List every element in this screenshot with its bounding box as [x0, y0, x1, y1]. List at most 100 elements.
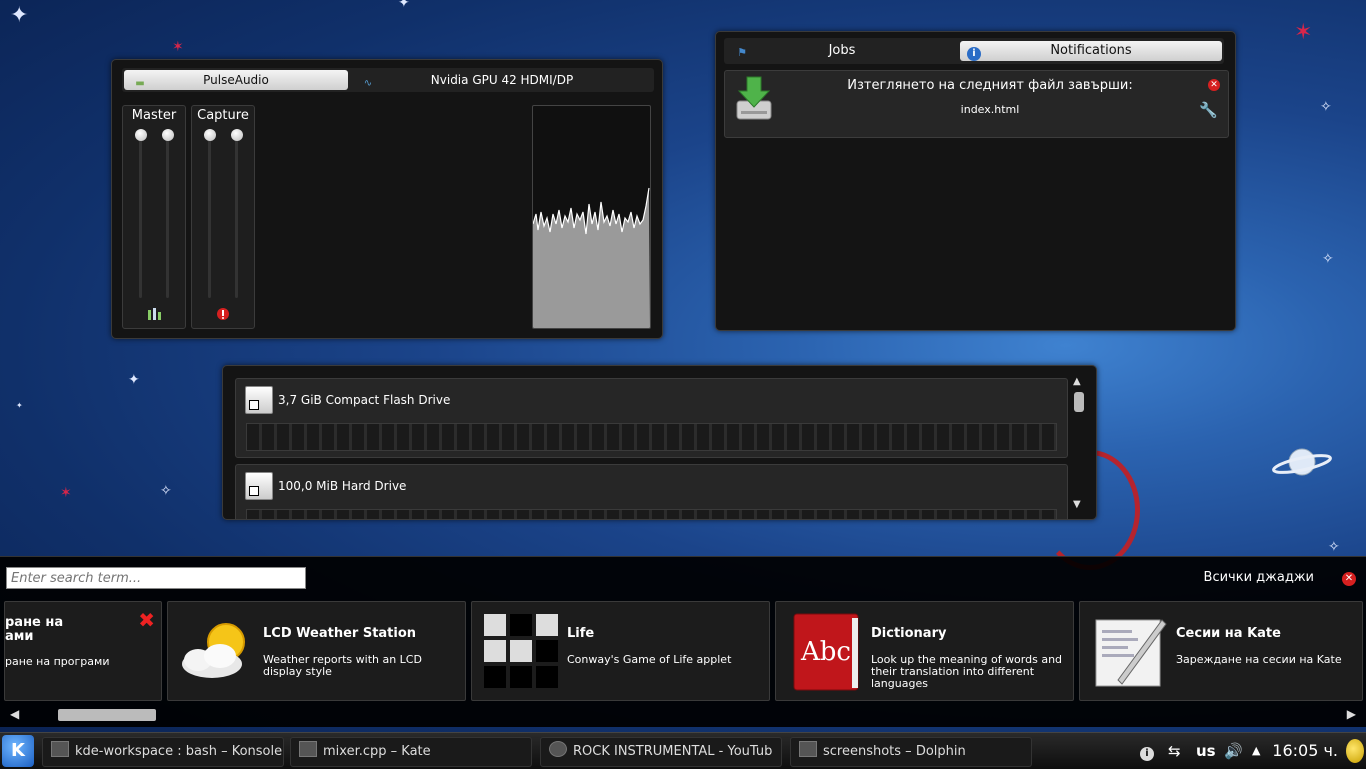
widget-name: Dictionary	[871, 626, 947, 641]
slider-knob[interactable]	[231, 129, 243, 141]
scrollbar-handle[interactable]	[58, 709, 156, 721]
info-icon: i	[966, 43, 982, 61]
widget-search-input[interactable]	[6, 567, 306, 589]
volume-slider-right[interactable]	[235, 138, 238, 298]
widget-category-filter[interactable]: Всички джаджи	[1204, 570, 1314, 585]
hard-drive-icon	[245, 472, 273, 500]
star-decoration: ✶	[60, 485, 72, 501]
device-list-scrollbar[interactable]: ▲ ▼	[1072, 376, 1086, 510]
star-decoration: ✶	[172, 39, 184, 55]
slider-knob[interactable]	[135, 129, 147, 141]
tab-notifications[interactable]: i Notifications	[960, 41, 1222, 61]
tab-label: Jobs	[828, 43, 856, 58]
widget-card[interactable]: Life Conway's Game of Life applet	[471, 601, 770, 701]
info-icon[interactable]: i	[1140, 737, 1154, 765]
widget-card[interactable]: ране на ами ране на програми ✖	[4, 601, 162, 701]
widget-name: Сесии на Kate	[1176, 626, 1281, 641]
tab-pulseaudio[interactable]: ▬ PulseAudio	[124, 70, 348, 90]
widget-list-scrollbar[interactable]: ◀ ▶	[0, 705, 1366, 725]
configure-wrench-icon[interactable]: 🔧	[1199, 101, 1218, 119]
volume-slider-left[interactable]	[208, 138, 211, 298]
widget-description: Weather reports with an LCD display styl…	[263, 653, 422, 678]
widget-explorer: Всички джаджи ✕ ране на ами ране на прог…	[0, 556, 1366, 727]
channel-strip-capture: Capture	[191, 105, 255, 329]
widget-description: Look up the meaning of words and their t…	[871, 653, 1063, 690]
scroll-up-arrow-icon[interactable]: ▲	[1073, 376, 1081, 387]
equalizer-icon[interactable]	[146, 306, 162, 322]
slider-knob[interactable]	[162, 129, 174, 141]
kde-menu-icon[interactable]: K	[2, 735, 34, 767]
star-decoration: ✧	[1328, 539, 1340, 555]
clock[interactable]: 16:05 ч.	[1272, 737, 1338, 765]
panel-toolbox-icon[interactable]	[1346, 739, 1364, 763]
notification-title: Изтеглянето на следният файл завърши:	[847, 78, 1133, 93]
notification-tab-bar: ⚑ Jobs i Notifications	[724, 38, 1224, 64]
widget-card[interactable]: Сесии на Kate Зареждане на сесии на Kate	[1079, 601, 1363, 701]
dictionary-icon-text: Abc	[800, 637, 851, 667]
scroll-left-arrow-icon[interactable]: ◀	[10, 707, 19, 721]
slider-knob[interactable]	[204, 129, 216, 141]
task-label: ROCK INSTRUMENTAL - YouTub	[573, 744, 773, 759]
device-notifier-applet: 3,7 GiB Compact Flash Drive 100,0 MiB Ha…	[222, 365, 1097, 520]
task-item-browser[interactable]: ROCK INSTRUMENTAL - YouTub	[540, 737, 782, 767]
widget-name: LCD Weather Station	[263, 626, 417, 641]
flag-icon: ⚑	[737, 46, 747, 59]
tab-jobs[interactable]: ⚑ Jobs	[728, 41, 956, 61]
browser-icon	[549, 741, 567, 757]
device-capacity-bar	[246, 423, 1057, 451]
tab-nvidia-hdmi[interactable]: ∿ Nvidia GPU 42 HDMI/DP	[352, 70, 652, 90]
notification-item: Изтеглянето на следният файл завърши: in…	[724, 70, 1229, 138]
notifications-applet: ⚑ Jobs i Notifications Изтеглянето на сл…	[715, 31, 1236, 331]
star-decoration: ✦	[10, 3, 29, 28]
task-label: kde-workspace : bash – Konsole	[75, 744, 283, 759]
remove-widget-icon[interactable]: ✖	[138, 608, 155, 632]
volume-slider-left[interactable]	[139, 138, 142, 298]
scroll-right-arrow-icon[interactable]: ▶	[1347, 707, 1356, 721]
task-item-dolphin[interactable]: screenshots – Dolphin	[790, 737, 1032, 767]
widget-description: Conway's Game of Life applet	[567, 653, 732, 666]
star-decoration: ✧	[1320, 99, 1332, 115]
dolphin-icon	[799, 741, 817, 757]
widget-description: ране на програми	[5, 655, 110, 668]
widget-card[interactable]: Abc Dictionary Look up the meaning of wo…	[775, 601, 1074, 701]
scrollbar-handle[interactable]	[1074, 392, 1084, 412]
device-item[interactable]: 100,0 MiB Hard Drive	[235, 464, 1068, 519]
task-item-konsole[interactable]: kde-workspace : bash – Konsole	[42, 737, 284, 767]
star-decoration: ✦	[16, 401, 23, 410]
widget-name: ране на ами	[5, 615, 64, 644]
volume-slider-right[interactable]	[166, 138, 169, 298]
scroll-down-arrow-icon[interactable]: ▼	[1073, 499, 1081, 510]
task-label: screenshots – Dolphin	[823, 744, 966, 759]
audio-level-visualizer	[532, 105, 651, 329]
audio-card-icon: ∿	[363, 78, 373, 89]
star-decoration: ✦	[128, 372, 140, 388]
star-decoration: ✦	[398, 0, 410, 11]
widget-card[interactable]: LCD Weather Station Weather reports with…	[167, 601, 466, 701]
tray-expand-icon[interactable]: ▲	[1252, 737, 1260, 765]
star-decoration: ✶	[1294, 20, 1313, 45]
tab-label: Nvidia GPU 42 HDMI/DP	[430, 73, 574, 87]
channel-label: Capture	[197, 108, 249, 123]
mixer-applet: ▬ PulseAudio ∿ Nvidia GPU 42 HDMI/DP Mas…	[111, 59, 663, 339]
weather-icon	[176, 610, 258, 692]
channel-label: Master	[131, 108, 177, 123]
volume-icon[interactable]: 🔊	[1224, 737, 1243, 765]
kate-sessions-icon	[1088, 610, 1170, 692]
konsole-icon	[51, 741, 69, 757]
device-label: 3,7 GiB Compact Flash Drive	[278, 393, 451, 407]
widget-name: Life	[567, 626, 595, 641]
flash-drive-icon	[245, 386, 273, 414]
notification-filename[interactable]: index.html	[765, 103, 1215, 116]
close-explorer-button[interactable]: ✕	[1342, 572, 1356, 586]
keyboard-layout-indicator[interactable]: us	[1196, 737, 1216, 765]
close-notification-button[interactable]: ✕	[1208, 79, 1220, 91]
task-item-kate[interactable]: mixer.cpp – Kate	[290, 737, 532, 767]
life-grid-icon	[480, 610, 562, 692]
mixer-tab-bar: ▬ PulseAudio ∿ Nvidia GPU 42 HDMI/DP	[122, 68, 654, 92]
planet-decoration	[1272, 444, 1332, 480]
star-decoration: ✧	[160, 483, 172, 499]
network-icon[interactable]: ⇆	[1168, 737, 1181, 765]
device-item[interactable]: 3,7 GiB Compact Flash Drive	[235, 378, 1068, 458]
channel-strip-master: Master	[122, 105, 186, 329]
record-icon[interactable]	[215, 306, 231, 322]
